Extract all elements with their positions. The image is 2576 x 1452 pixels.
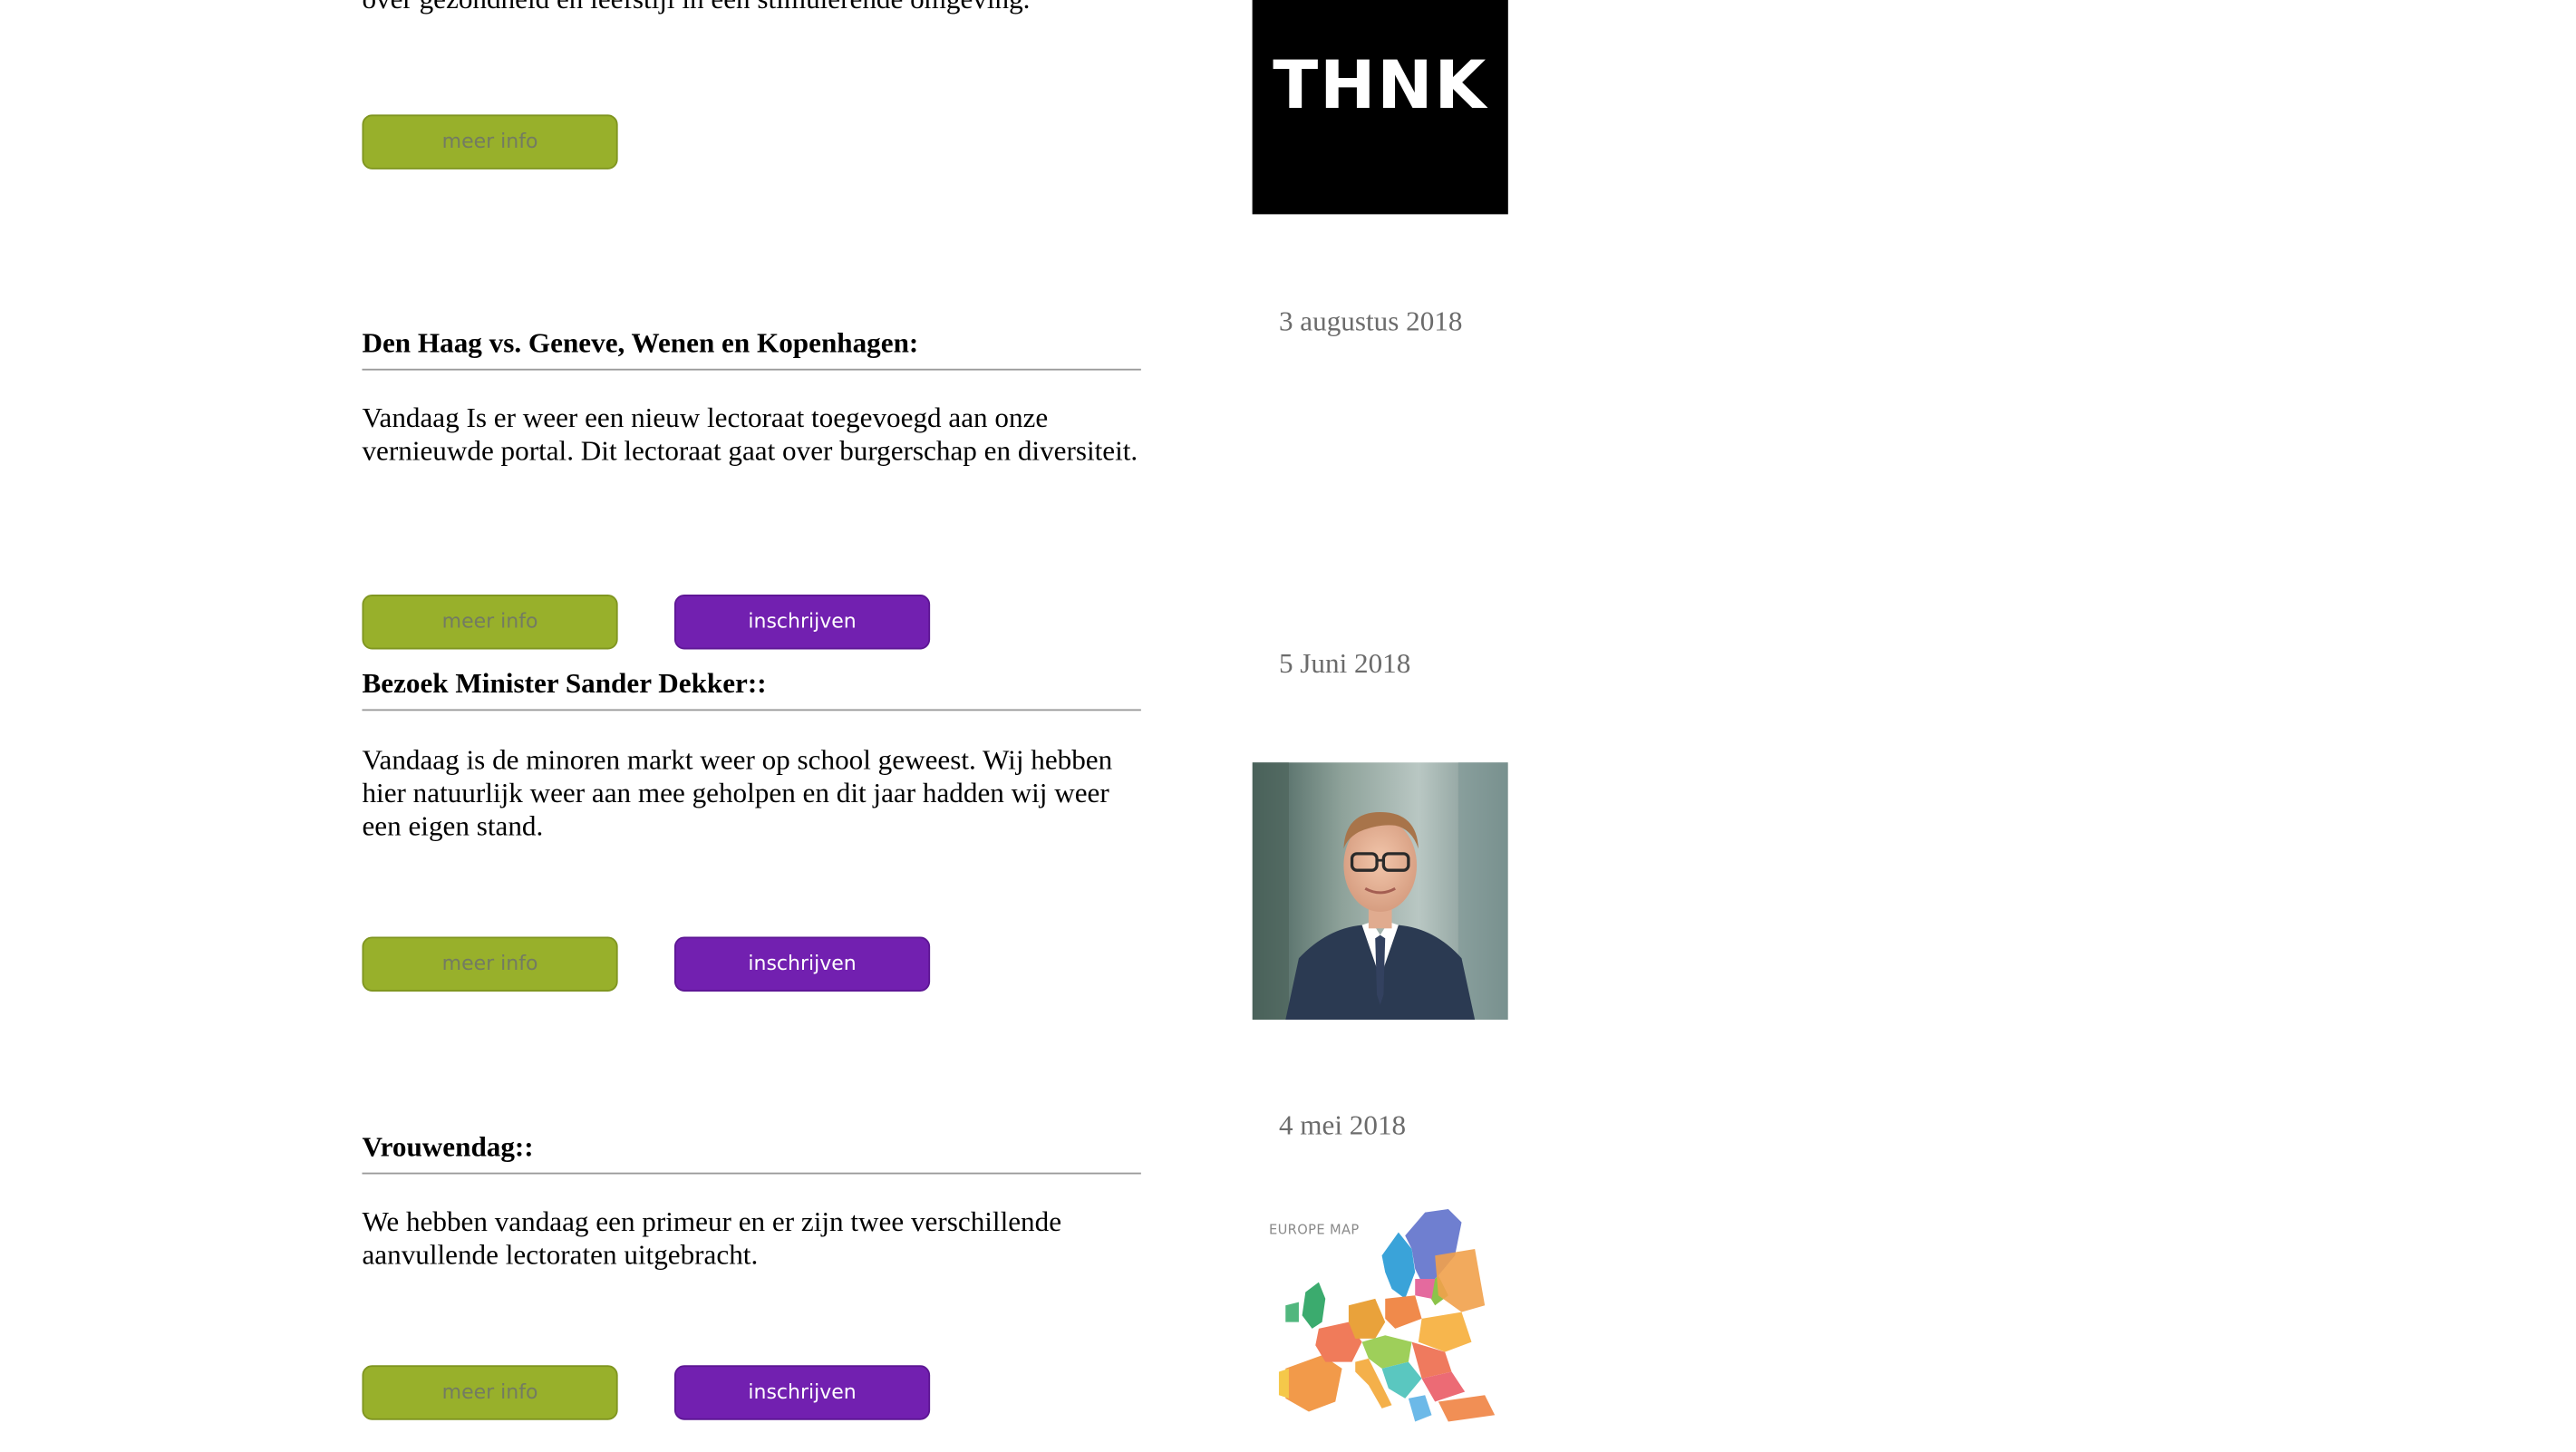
intro-text: over gezondheid en leefstijl in een stim… [362,0,1030,16]
post-title-vrouwendag: Vrouwendag:: [362,1131,1141,1175]
minister-portrait-photo [1252,762,1508,1021]
europe-map-image: EUROPE MAP [1252,1188,1508,1438]
post-title-minister: Bezoek Minister Sander Dekker:: [362,668,1141,711]
post-body-minister: Vandaag is de minoren markt weer op scho… [362,743,1113,843]
meer-info-button-vrouwendag[interactable]: meer info [362,1365,618,1420]
post-date-vrouwendag: 4 mei 2018 [1278,1109,1407,1141]
post-date-minister: 5 Juni 2018 [1278,647,1411,680]
inschrijven-button-den-haag[interactable]: inschrijven [673,594,931,650]
post-body-vrouwendag: We hebben vandaag een primeur en er zijn… [362,1205,1062,1271]
page: over gezondheid en leefstijl in een stim… [0,0,2576,1452]
thnk-logo: THNK [1252,0,1508,215]
post-title-den-haag: Den Haag vs. Geneve, Wenen en Kopenhagen… [362,327,1141,371]
thnk-logo-text: THNK [1273,48,1488,125]
meer-info-button-intro[interactable]: meer info [362,114,618,169]
post-date-den-haag: 3 augustus 2018 [1278,305,1463,337]
map-title: EUROPE MAP [1268,1222,1360,1238]
meer-info-button-minister[interactable]: meer info [362,936,618,992]
inschrijven-button-vrouwendag[interactable]: inschrijven [673,1365,931,1420]
post-body-den-haag: Vandaag Is er weer een nieuw lectoraat t… [362,402,1138,467]
meer-info-button-den-haag[interactable]: meer info [362,594,618,650]
inschrijven-button-minister[interactable]: inschrijven [673,936,931,992]
portrait-illustration [1252,762,1508,1021]
